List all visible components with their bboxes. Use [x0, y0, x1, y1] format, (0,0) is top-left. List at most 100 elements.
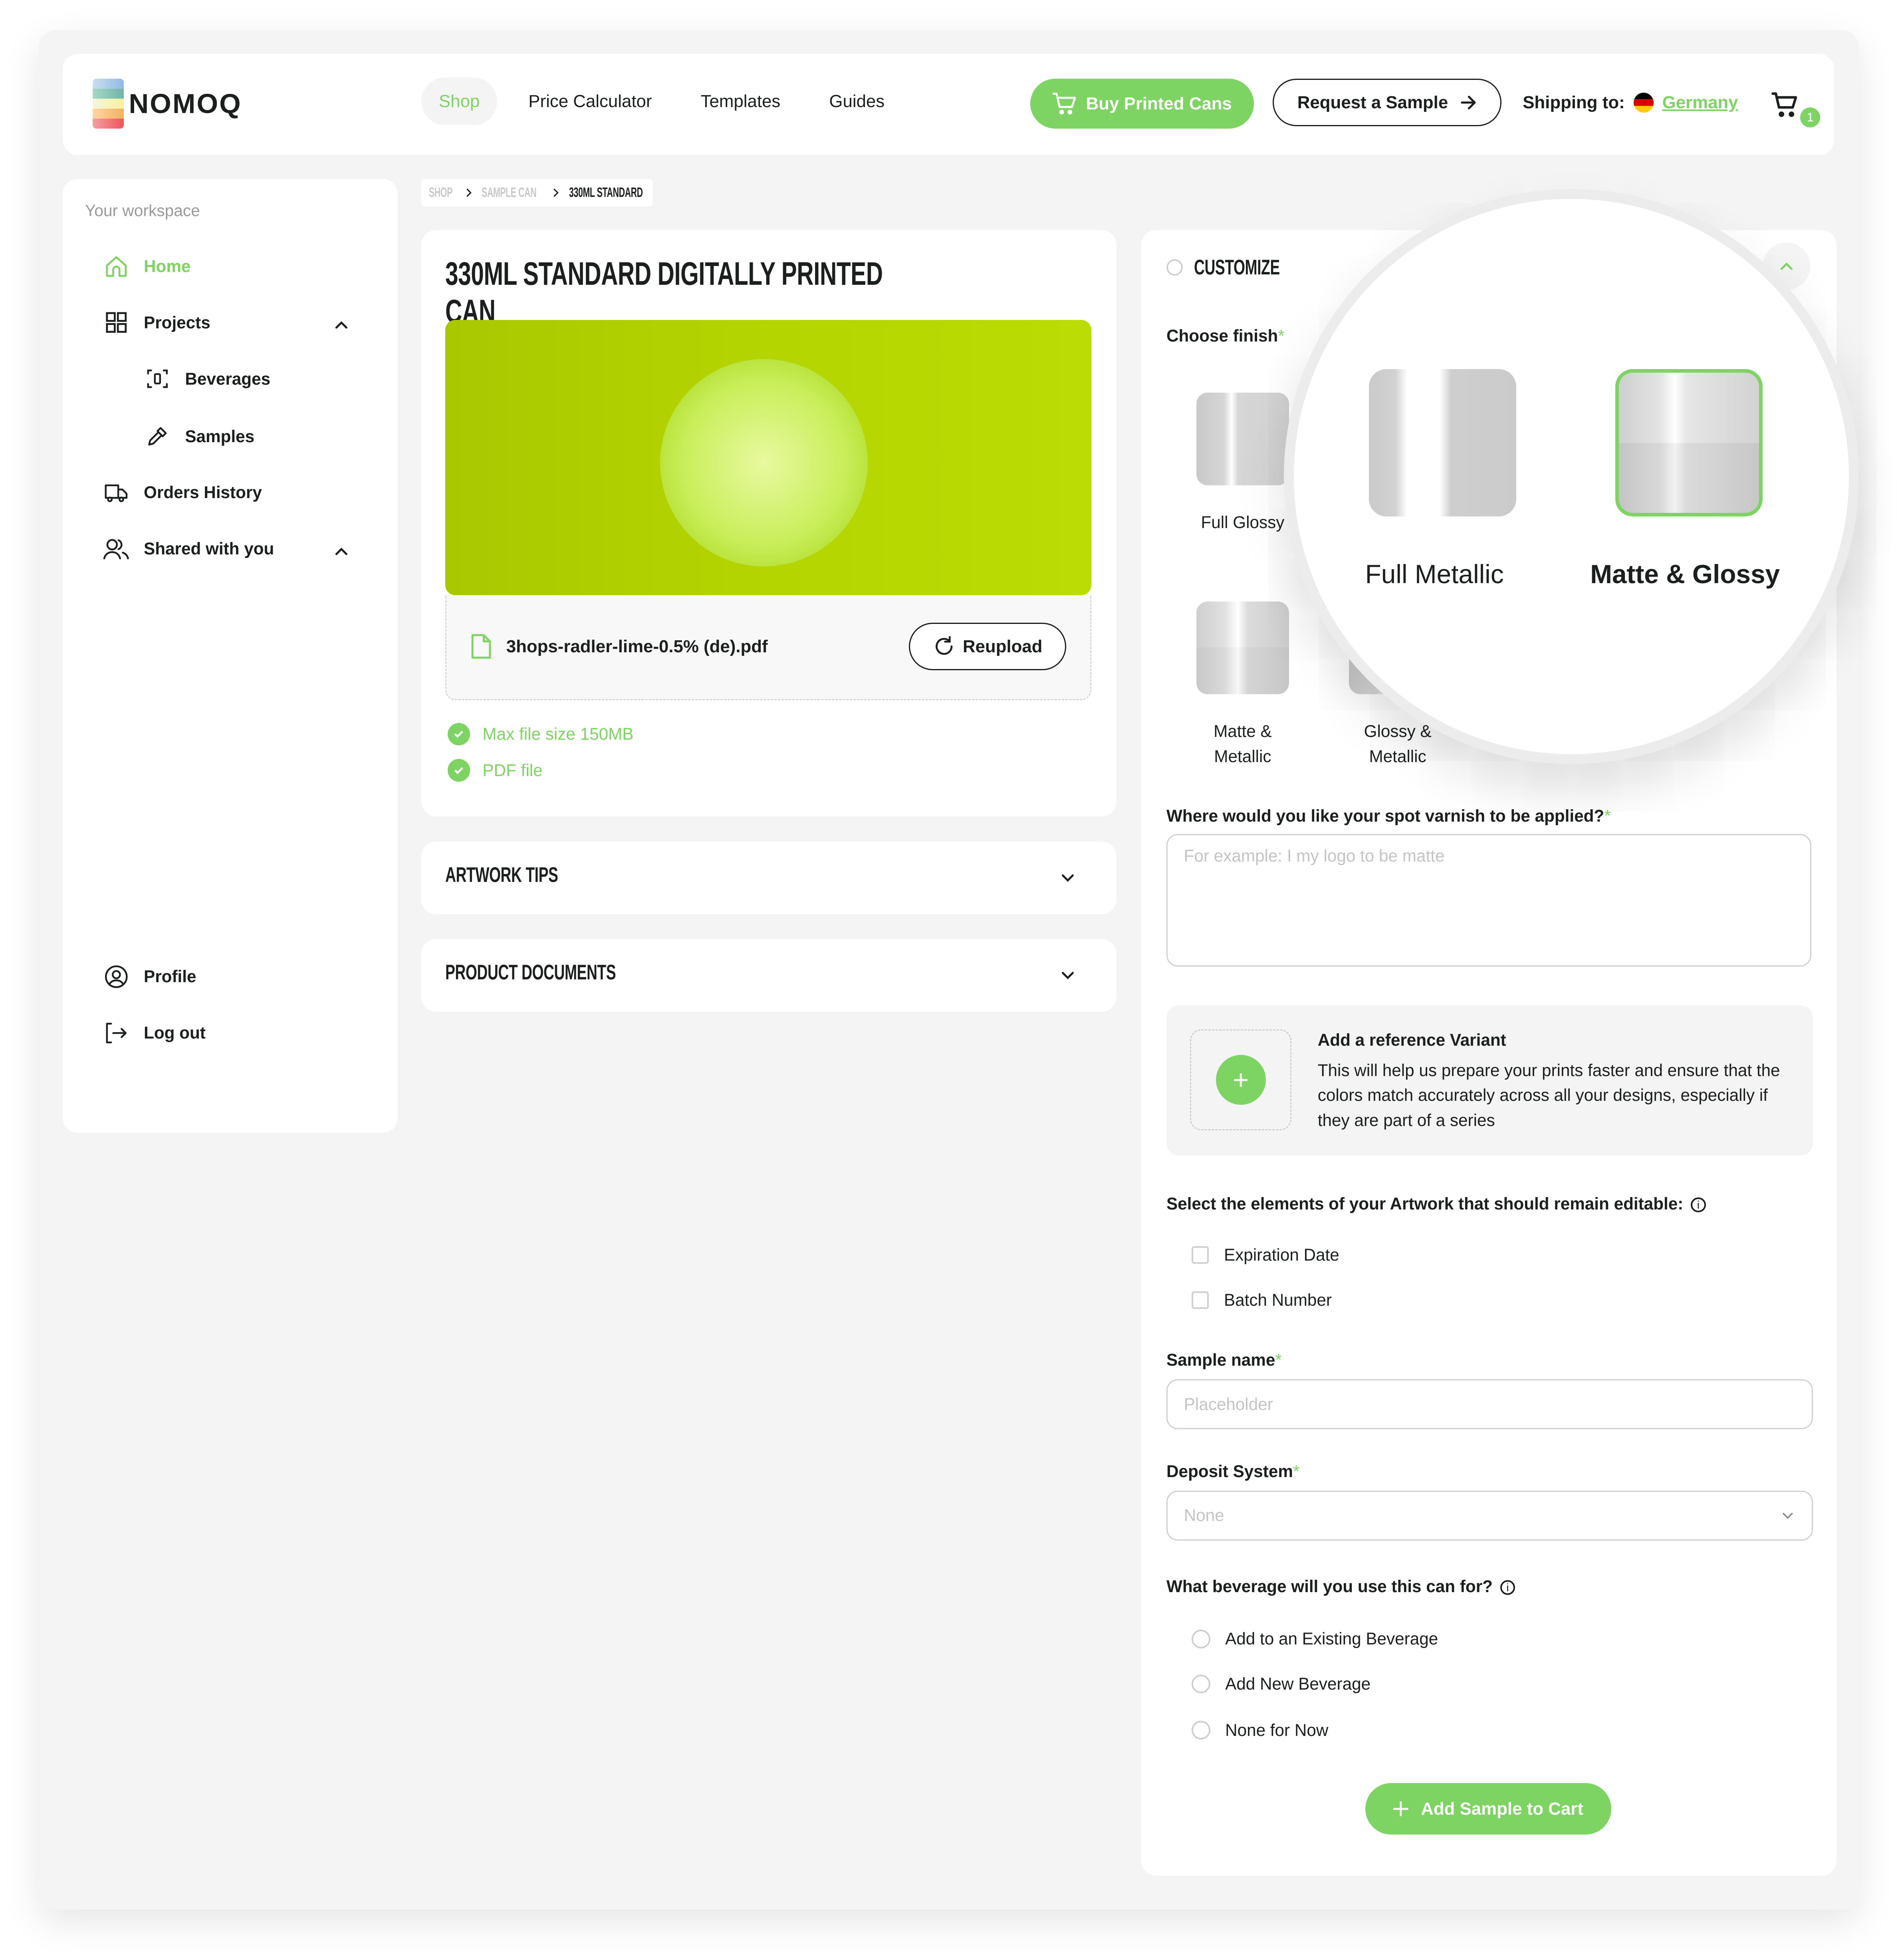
logo[interactable]: NOMOQ: [92, 79, 242, 129]
user-circle-icon: [103, 963, 130, 991]
customize-header: CUSTOMIZE: [1166, 255, 1317, 280]
sidebar-item-label: Orders History: [144, 483, 262, 502]
checkbox-batch-number[interactable]: Batch Number: [1191, 1291, 1332, 1310]
deposit-system-select[interactable]: None: [1166, 1490, 1813, 1541]
required-mark: *: [1275, 1350, 1282, 1370]
add-sample-to-cart-label: Add Sample to Cart: [1421, 1799, 1583, 1819]
required-mark: *: [1604, 806, 1611, 826]
file-name: 3hops-radler-lime-0.5% (de).pdf: [506, 636, 768, 656]
magnified-swatch-full-metallic[interactable]: [1369, 369, 1517, 516]
add-reference-variant-button[interactable]: +: [1190, 1029, 1291, 1131]
reupload-label: Reupload: [962, 636, 1043, 656]
sidebar-item-label: Shared with you: [144, 539, 274, 558]
info-icon[interactable]: i: [1500, 1580, 1515, 1595]
sidebar-item-logout[interactable]: Log out: [103, 1019, 206, 1047]
breadcrumb-current: 330ML STANDARD: [569, 185, 643, 200]
sidebar-item-label: Beverages: [185, 369, 271, 388]
sidebar-item-label: Projects: [144, 313, 210, 332]
checkbox-expiration-date[interactable]: Expiration Date: [1191, 1245, 1339, 1265]
magnified-swatch-matte-glossy[interactable]: [1615, 369, 1763, 516]
grid-icon: [103, 309, 130, 336]
plus-icon: +: [1216, 1054, 1266, 1105]
requirement-item: PDF file: [447, 759, 543, 782]
checkbox[interactable]: [1191, 1246, 1209, 1264]
can-scan-icon: [144, 365, 171, 393]
breadcrumb-shop[interactable]: SHOP: [429, 185, 452, 201]
chevron-up-icon[interactable]: [333, 543, 350, 560]
nav-templates[interactable]: Templates: [683, 77, 798, 125]
finish-option-matte-metallic[interactable]: [1196, 601, 1289, 694]
accordion-product-documents[interactable]: PRODUCT DOCUMENTS: [421, 939, 1117, 1012]
sample-name-label: Sample name*: [1166, 1350, 1282, 1370]
spot-varnish-textarea[interactable]: [1166, 834, 1812, 967]
radio-label: None for Now: [1225, 1720, 1329, 1740]
info-icon[interactable]: i: [1691, 1197, 1706, 1213]
uploaded-file-box: 3hops-radler-lime-0.5% (de).pdf Reupload: [445, 595, 1091, 701]
sidebar: Your workspace Home Projects Beverages S…: [62, 179, 398, 1133]
reference-variant-box: + Add a reference Variant This will help…: [1166, 1005, 1813, 1156]
chevron-down-icon: [1061, 874, 1074, 882]
cart-icon[interactable]: [1770, 90, 1800, 120]
sidebar-item-profile[interactable]: Profile: [103, 963, 196, 991]
accordion-artwork-tips[interactable]: ARTWORK TIPS: [421, 841, 1117, 914]
requirement-text: PDF file: [482, 761, 543, 780]
beverage-label-text: What beverage will you use this can for?: [1166, 1577, 1493, 1596]
sample-name-input[interactable]: [1166, 1379, 1813, 1430]
request-sample-button[interactable]: Request a Sample: [1273, 79, 1501, 127]
requirement-item: Max file size 150MB: [447, 723, 634, 745]
radio-new-beverage[interactable]: Add New Beverage: [1191, 1674, 1370, 1694]
buy-printed-cans-button[interactable]: Buy Printed Cans: [1030, 79, 1254, 129]
finish-option-full-glossy[interactable]: [1196, 393, 1289, 485]
check-circle-icon: [447, 759, 470, 782]
chevron-right-icon: [466, 188, 472, 197]
nav-guides[interactable]: Guides: [812, 77, 902, 125]
buy-printed-cans-label: Buy Printed Cans: [1086, 93, 1232, 113]
radio[interactable]: [1191, 1629, 1210, 1648]
finish-label-text: Choose finish: [1166, 326, 1278, 346]
varnish-label-text: Where would you like your spot varnish t…: [1166, 806, 1605, 826]
radio-existing-beverage[interactable]: Add to an Existing Beverage: [1191, 1629, 1438, 1648]
workspace-label: Your workspace: [85, 201, 200, 220]
varnish-label: Where would you like your spot varnish t…: [1166, 806, 1611, 826]
breadcrumb: SHOP SAMPLE CAN 330ML STANDARD: [421, 179, 653, 207]
logout-icon: [103, 1019, 130, 1047]
shipping-country-link[interactable]: Germany: [1662, 93, 1738, 113]
sidebar-item-orders-history[interactable]: Orders History: [103, 479, 262, 506]
brand-name: NOMOQ: [129, 88, 242, 119]
chevron-right-icon: [553, 188, 559, 197]
radio-none-for-now[interactable]: None for Now: [1191, 1720, 1329, 1740]
beverage-label: What beverage will you use this can for?…: [1166, 1577, 1515, 1596]
radio[interactable]: [1191, 1721, 1210, 1740]
reupload-button[interactable]: Reupload: [908, 623, 1067, 671]
sidebar-item-home[interactable]: Home: [103, 252, 190, 280]
sidebar-item-beverages[interactable]: Beverages: [144, 365, 270, 393]
chevron-up-icon: [1780, 262, 1793, 270]
shipping-label: Shipping to:: [1523, 92, 1625, 112]
magnified-label-full-metallic: Full Metallic: [1365, 559, 1504, 589]
sidebar-item-label: Samples: [185, 427, 255, 446]
germany-flag-icon: [1633, 92, 1654, 113]
radio[interactable]: [1191, 1674, 1210, 1694]
nav-shop[interactable]: Shop: [421, 77, 498, 125]
plus-icon: [1393, 1801, 1408, 1817]
requirement-text: Max file size 150MB: [482, 724, 634, 743]
finish-option-label: Matte & Metallic: [1214, 722, 1272, 766]
sample-name-label-text: Sample name: [1166, 1350, 1275, 1370]
breadcrumb-sample-can[interactable]: SAMPLE CAN: [482, 185, 537, 201]
add-sample-to-cart-button[interactable]: Add Sample to Cart: [1365, 1783, 1612, 1835]
checkbox[interactable]: [1191, 1291, 1209, 1309]
cart-icon: [1052, 92, 1076, 115]
step-status-radio: [1166, 259, 1183, 276]
finish-label: Choose finish*: [1166, 326, 1285, 346]
reference-description: This will help us prepare your prints fa…: [1317, 1060, 1780, 1130]
sidebar-item-projects[interactable]: Projects: [103, 309, 210, 336]
chevron-up-icon[interactable]: [333, 316, 350, 334]
nav-price-calculator[interactable]: Price Calculator: [511, 77, 669, 125]
sidebar-item-samples[interactable]: Samples: [144, 423, 254, 450]
shipping-selector: Shipping to: Germany: [1523, 92, 1738, 113]
sidebar-item-shared-with-you[interactable]: Shared with you: [103, 535, 274, 563]
arrow-right-icon: [1460, 95, 1476, 109]
reference-title: Add a reference Variant: [1317, 1030, 1506, 1049]
editable-label: Select the elements of your Artwork that…: [1166, 1194, 1706, 1213]
accordion-title: PRODUCT DOCUMENTS: [445, 961, 616, 985]
